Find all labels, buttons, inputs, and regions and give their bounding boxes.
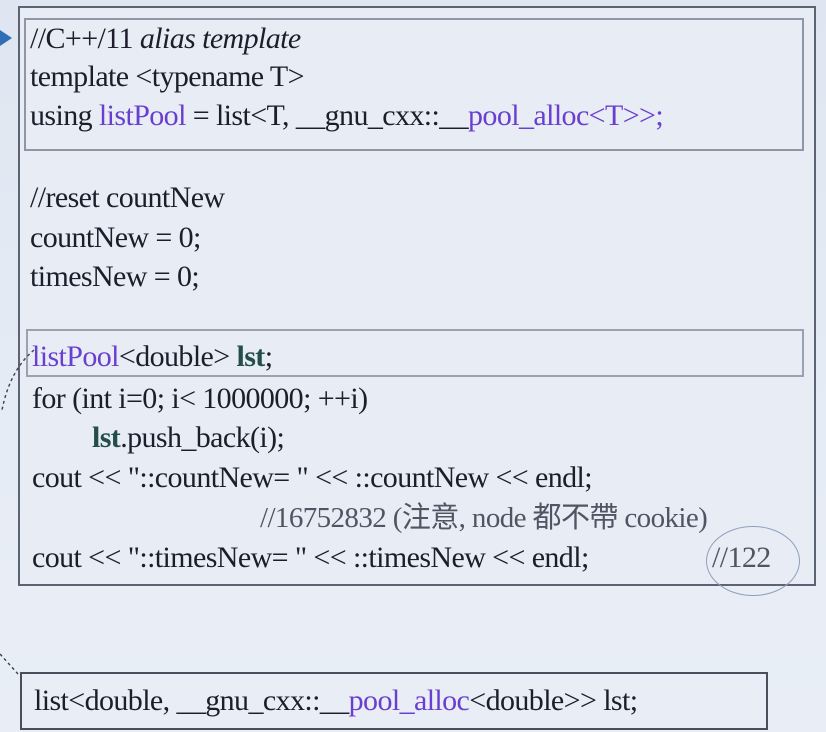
bottom-prefix: list<double, __gnu_cxx::__	[34, 684, 349, 717]
expanded-type-line: list<double, __gnu_cxx::__pool_alloc<dou…	[34, 683, 638, 719]
alias-comment-italic: alias template	[139, 22, 301, 55]
cout-times-line: cout << "::timesNew= " << ::timesNew << …	[32, 541, 589, 574]
decl-suffix: ;	[264, 340, 273, 373]
reset-comment-line: //reset countNew	[30, 181, 225, 214]
decl-type: listPool	[32, 340, 120, 373]
alias-name: listPool	[98, 99, 187, 132]
decl-middle: <double>	[118, 340, 237, 373]
using-suffix: <T>>;	[588, 99, 664, 132]
using-line: using listPool = list<T, __gnu_cxx::__po…	[30, 98, 664, 134]
bottom-suffix: <double>> lst;	[469, 684, 638, 717]
highlight-circle	[706, 526, 800, 596]
alias-comment-line: //C++/11 alias template	[30, 21, 301, 57]
alias-comment-prefix: //C++/11	[30, 22, 140, 55]
connector-arc	[1, 349, 35, 411]
declaration-line: listPool<double> lst;	[32, 339, 273, 375]
bottom-alloc: pool_alloc	[348, 684, 470, 717]
push-back-line: lst.push_back(i);	[92, 420, 285, 456]
push-suffix: .push_back(i);	[120, 421, 285, 454]
decl-var: lst	[236, 340, 266, 373]
push-var: lst	[92, 421, 121, 454]
template-line: template <typename T>	[30, 60, 305, 93]
count-result-comment: //16752832 (注意, node 都不帶 cookie)	[260, 502, 708, 534]
pool-alloc-name: pool_alloc	[468, 99, 589, 132]
using-prefix: using	[30, 99, 99, 132]
times-new-line: timesNew = 0;	[30, 260, 200, 293]
for-line: for (int i=0; i< 1000000; ++i)	[32, 382, 368, 415]
count-new-line: countNew = 0;	[30, 221, 201, 254]
using-middle: = list<T, __gnu_cxx::__	[185, 99, 469, 132]
cout-count-line: cout << "::countNew= " << ::countNew << …	[32, 461, 593, 494]
top-left-marker	[0, 30, 12, 46]
